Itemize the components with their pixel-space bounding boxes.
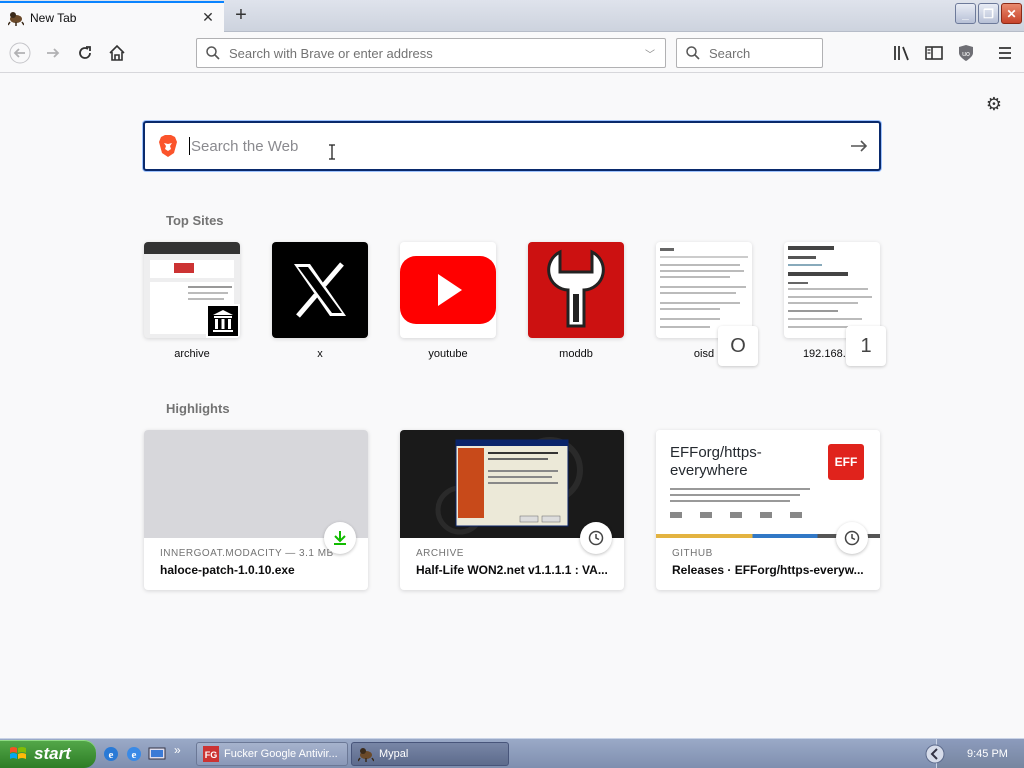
search-icon xyxy=(686,46,700,60)
home-icon xyxy=(109,44,125,61)
taskbar-item-label: Mypal xyxy=(379,748,409,760)
tab-title: New Tab xyxy=(30,10,77,25)
card-title: haloce-patch-1.0.10.exe xyxy=(160,563,295,577)
card-title: Half-Life WON2.net v1.1.1.1 : VA... xyxy=(416,563,608,577)
window-controls: _ ❐ ✕ xyxy=(955,3,1022,24)
reload-button[interactable] xyxy=(71,39,99,67)
github-preview-title: EFForg/https-everywhere xyxy=(670,444,762,479)
forward-arrow-icon xyxy=(47,48,60,58)
back-arrow-icon xyxy=(9,42,31,64)
tray-expand-icon[interactable] xyxy=(925,744,945,764)
new-tab-button[interactable]: + xyxy=(230,4,252,26)
mypal-favicon-icon xyxy=(358,748,374,762)
clock: 9:45 PM xyxy=(967,748,1008,760)
search-icon xyxy=(206,46,220,60)
search-submit-arrow-icon[interactable] xyxy=(839,139,879,153)
site-thumbnail xyxy=(528,242,624,338)
top-site-archive[interactable]: archive xyxy=(144,242,240,360)
highlight-card[interactable]: ARCHIVE Half-Life WON2.net v1.1.1.1 : VA… xyxy=(400,430,624,590)
forward-button[interactable] xyxy=(39,39,67,67)
start-label: start xyxy=(34,744,71,763)
site-thumbnail xyxy=(144,242,240,338)
minimize-button[interactable]: _ xyxy=(955,3,976,24)
mypal-favicon-icon xyxy=(8,11,24,26)
taskbar-item[interactable]: Mypal xyxy=(351,742,509,766)
desktop-quicklaunch-icon[interactable] xyxy=(148,745,166,763)
tab-bar: New Tab ✕ + _ ❐ ✕ xyxy=(0,0,1024,32)
card-context: INNERGOAT.MODACITY — 3.1 MB xyxy=(160,548,334,559)
search-placeholder: Search xyxy=(709,45,751,61)
site-thumbnail xyxy=(656,242,752,338)
top-site-youtube[interactable]: youtube xyxy=(400,242,496,360)
youtube-logo-icon xyxy=(400,256,496,324)
gear-icon[interactable]: ⚙ xyxy=(984,94,1004,114)
ublock-shield-icon[interactable]: uo xyxy=(956,43,976,63)
download-icon xyxy=(324,522,356,554)
sidebar-icon[interactable] xyxy=(924,43,944,63)
search-bar[interactable]: Search xyxy=(676,38,823,68)
clock-icon xyxy=(836,522,868,554)
site-label: moddb xyxy=(559,348,593,360)
library-icon[interactable] xyxy=(892,43,912,63)
back-button[interactable] xyxy=(6,39,34,67)
card-title: Releases · EFForg/https-everyw... xyxy=(672,563,864,577)
tab-close-icon[interactable]: ✕ xyxy=(200,9,216,26)
system-tray: 9:45 PM xyxy=(925,739,1024,768)
site-thumbnail xyxy=(784,242,880,338)
site-initial-badge: 1 xyxy=(846,326,886,366)
address-bar[interactable]: Search with Brave or enter address ﹀ xyxy=(196,38,666,68)
brave-lion-icon xyxy=(159,135,177,157)
window-close-button[interactable]: ✕ xyxy=(1001,3,1022,24)
web-search-input[interactable]: Search the Web xyxy=(143,121,881,171)
top-site-oisd[interactable]: O oisd xyxy=(656,242,758,366)
moddb-wrench-icon xyxy=(547,249,605,328)
address-placeholder: Search with Brave or enter address xyxy=(229,45,433,61)
card-context: ARCHIVE xyxy=(416,548,464,559)
site-thumbnail xyxy=(400,242,496,338)
web-search-placeholder: Search the Web xyxy=(191,137,299,155)
top-site-192-168-1-1[interactable]: 1 192.168.1.1 xyxy=(784,242,886,366)
menu-hamburger-icon[interactable] xyxy=(995,43,1015,63)
app-icon: FG xyxy=(203,746,219,762)
taskbar-item-label: Fucker Google Antivir... xyxy=(224,748,338,760)
clock-icon xyxy=(580,522,612,554)
chevron-down-icon[interactable]: ﹀ xyxy=(645,46,665,61)
ie-quicklaunch-icon[interactable]: e xyxy=(125,745,143,763)
archive-logo-icon xyxy=(206,304,240,338)
text-caret xyxy=(189,137,190,155)
site-thumbnail xyxy=(272,242,368,338)
windows-flag-icon xyxy=(10,747,26,759)
site-label: archive xyxy=(174,348,210,360)
restore-button[interactable]: ❐ xyxy=(978,3,999,24)
svg-text:uo: uo xyxy=(962,51,970,58)
site-label: x xyxy=(317,348,323,360)
taskbar: start e e » FG Fucker Google Antivir... … xyxy=(0,738,1024,768)
new-tab-page: ⚙ Search the Web Top Sites archive x you… xyxy=(0,74,1024,738)
taskbar-item[interactable]: FG Fucker Google Antivir... xyxy=(196,742,348,766)
tab-new-tab[interactable]: New Tab ✕ xyxy=(0,1,224,32)
quicklaunch-overflow-icon[interactable]: » xyxy=(174,743,181,757)
svg-text:FG: FG xyxy=(205,750,218,760)
top-site-moddb[interactable]: moddb xyxy=(528,242,624,360)
svg-text:e: e xyxy=(132,749,137,761)
ie-quicklaunch-icon[interactable]: e xyxy=(102,745,120,763)
highlight-card[interactable]: EFForg/https-everywhere EFF GITHUB Relea… xyxy=(656,430,880,590)
text-cursor-icon xyxy=(329,144,335,160)
home-button[interactable] xyxy=(103,39,131,67)
nav-toolbar: Search with Brave or enter address ﹀ Sea… xyxy=(0,33,1024,73)
start-button[interactable]: start xyxy=(0,740,96,768)
svg-text:e: e xyxy=(109,749,114,761)
highlight-card[interactable]: INNERGOAT.MODACITY — 3.1 MB haloce-patch… xyxy=(144,430,368,590)
site-initial-badge: O xyxy=(718,326,758,366)
site-label: youtube xyxy=(428,348,468,360)
eff-logo-icon: EFF xyxy=(828,444,864,480)
top-site-x[interactable]: x xyxy=(272,242,368,360)
x-logo-icon xyxy=(294,262,346,318)
top-sites-heading: Top Sites xyxy=(166,213,224,228)
card-context: GITHUB xyxy=(672,548,713,559)
highlights-heading: Highlights xyxy=(166,401,230,416)
reload-icon xyxy=(79,46,91,59)
